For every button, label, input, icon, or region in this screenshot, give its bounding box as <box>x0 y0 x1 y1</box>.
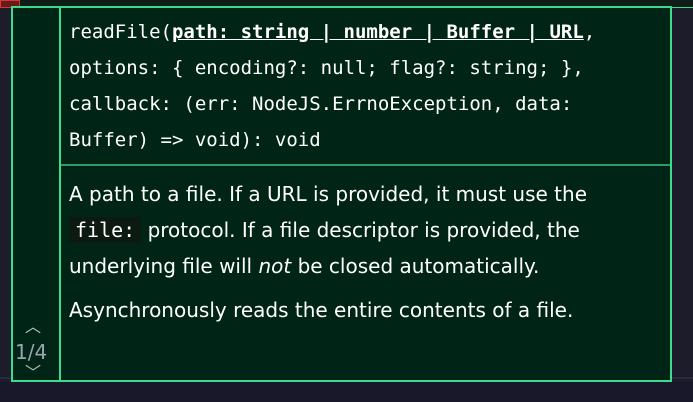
parameter-doc: A path to a file. If a URL is provided, … <box>69 176 658 284</box>
function-doc: Asynchronously reads the entire contents… <box>69 298 574 322</box>
chevron-down-icon[interactable]: ﹀ <box>25 365 41 381</box>
signature-help-content: readFile(path: string | number | Buffer … <box>61 8 670 380</box>
overload-navigation: ︿ 1/4 ﹀ <box>13 8 61 381</box>
chevron-up-icon[interactable]: ︿ <box>25 319 41 335</box>
editor-bottom-area <box>0 382 693 402</box>
param-doc-text: be closed automatically. <box>291 254 540 278</box>
active-parameter: path: string | number | Buffer | URL <box>171 21 584 43</box>
overload-counter: 1/4 <box>15 340 48 364</box>
emphasis-text: not <box>258 254 292 278</box>
inline-code: file: <box>69 217 142 243</box>
function-signature: readFile(path: string | number | Buffer … <box>61 8 670 166</box>
param-doc-text: A path to a file. If a URL is provided, … <box>69 182 587 206</box>
signature-prefix: readFile( <box>69 21 172 43</box>
signature-help-widget: ︿ 1/4 ﹀ readFile(path: string | number |… <box>11 6 672 382</box>
documentation: A path to a file. If a URL is provided, … <box>61 166 670 336</box>
